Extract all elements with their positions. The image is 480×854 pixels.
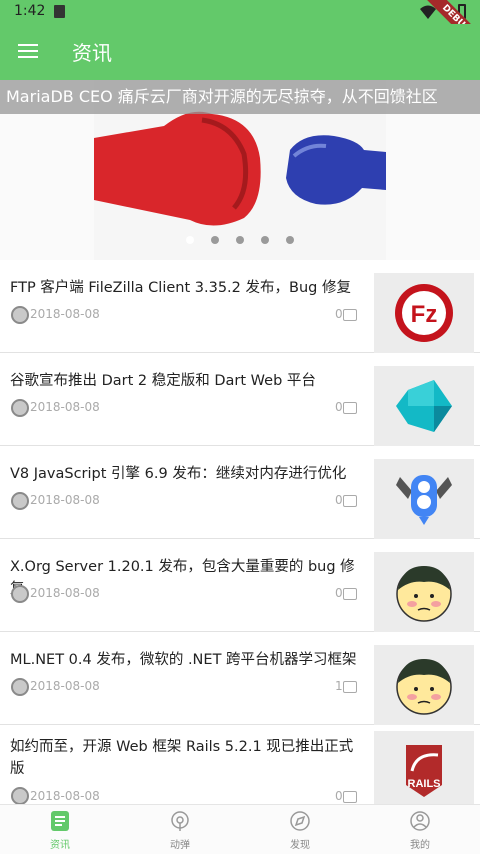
carousel-dot[interactable] <box>211 236 219 244</box>
nav-label: 我的 <box>410 840 430 851</box>
news-title: 谷歌宣布推出 Dart 2 稳定版和 Dart Web 平台 <box>10 373 316 389</box>
nav-label: 动弹 <box>170 840 190 851</box>
news-list-item[interactable]: V8 JavaScript 引擎 6.9 发布：继续对内存进行优化 2018-0… <box>0 446 480 539</box>
news-list-item[interactable]: 谷歌宣布推出 Dart 2 稳定版和 Dart Web 平台 2018-08-0… <box>0 353 480 446</box>
news-title: FTP 客户端 FileZilla Client 3.35.2 发布，Bug 修… <box>10 280 351 296</box>
v8-logo-thumb <box>374 459 474 539</box>
comment-count: 0 <box>335 586 343 600</box>
comment-count: 1 <box>335 679 343 693</box>
news-title: 如约而至，开源 Web 框架 Rails 5.2.1 现已推出正式版 <box>10 739 354 777</box>
comment-count: 0 <box>335 789 343 803</box>
app-bar: 资讯 <box>0 24 480 80</box>
cartoon-face-thumb <box>374 645 474 725</box>
comment-icon <box>343 791 357 803</box>
discover-icon <box>290 811 310 831</box>
news-date: 2018-08-08 <box>30 586 100 600</box>
banner-caption: MariaDB CEO 痛斥云厂商对开源的无尽掠夺，从不回馈社区 <box>0 80 480 114</box>
svg-text:RAILS: RAILS <box>408 778 441 790</box>
bottom-navigation: 资讯 动弹 发现 我的 <box>0 804 480 854</box>
author-avatar <box>11 492 29 510</box>
status-time: 1:42 <box>14 3 46 19</box>
carousel-dot[interactable] <box>261 236 269 244</box>
news-list-item[interactable]: X.Org Server 1.20.1 发布，包含大量重要的 bug 修复 20… <box>0 539 480 632</box>
news-date: 2018-08-08 <box>30 679 100 693</box>
news-list-item[interactable]: ML.NET 0.4 发布，微软的 .NET 跨平台机器学习框架 2018-08… <box>0 632 480 725</box>
page-title: 资讯 <box>72 41 112 65</box>
banner-carousel[interactable]: MariaDB CEO 痛斥云厂商对开源的无尽掠夺，从不回馈社区 <box>0 80 480 260</box>
news-icon <box>51 811 69 831</box>
author-avatar <box>11 306 29 324</box>
nav-tab-tweets[interactable]: 动弹 <box>120 805 240 854</box>
rails-logo-thumb: RAILS <box>374 731 474 804</box>
comment-count: 0 <box>335 400 343 414</box>
author-avatar <box>11 399 29 417</box>
author-avatar <box>11 585 29 603</box>
profile-icon <box>410 811 430 831</box>
filezilla-logo-thumb: Fz <box>374 273 474 353</box>
author-avatar <box>11 787 29 805</box>
sim-icon <box>54 5 65 18</box>
comment-icon <box>343 309 357 321</box>
comment-icon <box>343 402 357 414</box>
svg-text:Fz: Fz <box>411 301 438 328</box>
dart-logo-thumb <box>374 366 474 446</box>
comment-icon <box>343 588 357 600</box>
nav-label: 发现 <box>290 840 310 851</box>
carousel-dot[interactable] <box>236 236 244 244</box>
nav-label: 资讯 <box>50 840 70 851</box>
news-list-item[interactable]: 如约而至，开源 Web 框架 Rails 5.2.1 现已推出正式版 2018-… <box>0 725 480 805</box>
nav-tab-discover[interactable]: 发现 <box>240 805 360 854</box>
comment-icon <box>343 681 357 693</box>
tweet-icon <box>171 811 189 831</box>
nav-tab-profile[interactable]: 我的 <box>360 805 480 854</box>
news-date: 2018-08-08 <box>30 400 100 414</box>
news-title: ML.NET 0.4 发布，微软的 .NET 跨平台机器学习框架 <box>10 652 357 668</box>
menu-icon[interactable] <box>18 44 38 60</box>
news-list-item[interactable]: FTP 客户端 FileZilla Client 3.35.2 发布，Bug 修… <box>0 260 480 353</box>
news-date: 2018-08-08 <box>30 789 100 803</box>
cartoon-face-thumb <box>374 552 474 632</box>
news-title: V8 JavaScript 引擎 6.9 发布：继续对内存进行优化 <box>10 466 347 482</box>
comment-count: 0 <box>335 493 343 507</box>
news-date: 2018-08-08 <box>30 493 100 507</box>
status-bar: 1:42 <box>0 0 480 24</box>
carousel-dot[interactable] <box>186 236 194 244</box>
author-avatar <box>11 678 29 696</box>
comment-count: 0 <box>335 307 343 321</box>
news-date: 2018-08-08 <box>30 307 100 321</box>
nav-tab-news[interactable]: 资讯 <box>0 805 120 854</box>
carousel-dot[interactable] <box>286 236 294 244</box>
comment-icon <box>343 495 357 507</box>
